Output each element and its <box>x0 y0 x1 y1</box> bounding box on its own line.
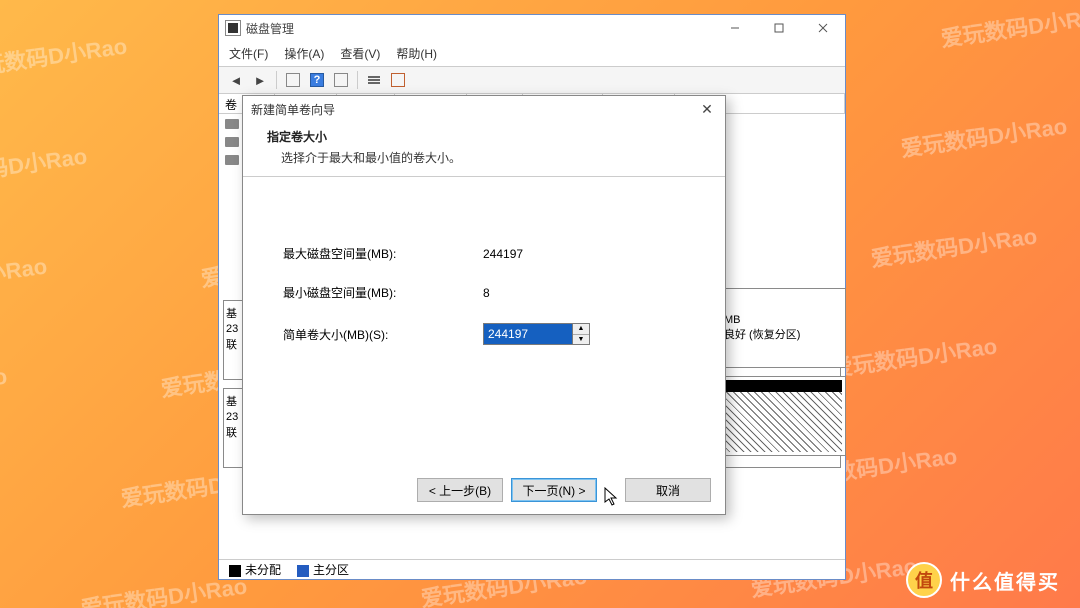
toolbar-btn-2[interactable] <box>330 69 352 91</box>
menu-file[interactable]: 文件(F) <box>229 45 268 62</box>
app-icon <box>225 20 241 36</box>
menu-help[interactable]: 帮助(H) <box>396 45 437 62</box>
help-icon[interactable]: ? <box>306 69 328 91</box>
toolbar: ◄ ► ? <box>219 66 845 94</box>
forward-button[interactable]: ► <box>249 69 271 91</box>
new-volume-wizard: 新建简单卷向导 ✕ 指定卷大小 选择介于最大和最小值的卷大小。 最大磁盘空间量(… <box>242 95 726 515</box>
unallocated-hatch-icon <box>722 380 842 452</box>
legend-item: 主分区 <box>297 561 349 578</box>
menu-view[interactable]: 查看(V) <box>340 45 380 62</box>
min-space-label: 最小磁盘空间量(MB): <box>283 284 483 301</box>
wm: 爱玩数码D小Rao <box>0 249 49 304</box>
back-button[interactable]: < 上一步(B) <box>417 478 503 502</box>
wizard-header: 指定卷大小 选择介于最大和最小值的卷大小。 <box>243 122 725 176</box>
separator <box>357 71 358 89</box>
cancel-button[interactable]: 取消 <box>625 478 711 502</box>
spinner-down-button[interactable]: ▼ <box>573 335 589 345</box>
minimize-button[interactable] <box>713 15 757 41</box>
close-button[interactable] <box>801 15 845 41</box>
back-button[interactable]: ◄ <box>225 69 247 91</box>
menu-bar: 文件(F) 操作(A) 查看(V) 帮助(H) <box>219 41 845 66</box>
wizard-close-button[interactable]: ✕ <box>697 99 717 119</box>
corner-badge: 值 什么值得买 <box>906 562 1060 598</box>
list-view-icon[interactable] <box>363 69 385 91</box>
wm: 爱玩数码D小Rao <box>829 329 999 384</box>
legend-item: 未分配 <box>229 561 281 578</box>
title-bar[interactable]: 磁盘管理 <box>219 15 845 41</box>
wm: 爱玩数码D小Rao <box>869 219 1039 274</box>
wizard-body: 最大磁盘空间量(MB): 244197 最小磁盘空间量(MB): 8 简单卷大小… <box>243 177 725 377</box>
volume-size-spinner: ▲ ▼ <box>483 323 590 345</box>
toolbar-btn-3[interactable] <box>387 69 409 91</box>
volume-size-label: 简单卷大小(MB)(S): <box>283 326 483 343</box>
wm: 爱玩数码D小Rao <box>939 0 1080 53</box>
max-space-value: 244197 <box>483 247 523 261</box>
wizard-step-title: 指定卷大小 <box>267 128 701 145</box>
maximize-button[interactable] <box>757 15 801 41</box>
window-title: 磁盘管理 <box>246 20 713 37</box>
next-button[interactable]: 下一页(N) > <box>511 478 597 502</box>
separator <box>276 71 277 89</box>
drive-icon <box>225 137 239 147</box>
min-space-value: 8 <box>483 286 490 300</box>
volume-size-input[interactable] <box>483 323 573 345</box>
legend-swatch-unallocated <box>229 565 241 577</box>
wm: 爱玩数码D小Rao <box>0 359 9 414</box>
badge-text: 什么值得买 <box>950 566 1060 595</box>
wizard-footer: < 上一步(B) 下一页(N) > 取消 <box>243 466 725 514</box>
wizard-step-subtitle: 选择介于最大和最小值的卷大小。 <box>267 149 701 166</box>
legend: 未分配 主分区 <box>219 559 845 579</box>
menu-action[interactable]: 操作(A) <box>284 45 324 62</box>
drive-icon <box>225 119 239 129</box>
badge-icon: 值 <box>906 562 942 598</box>
legend-swatch-primary <box>297 565 309 577</box>
wizard-title-bar[interactable]: 新建简单卷向导 ✕ <box>243 96 725 122</box>
wm: 爱玩数码D小Rao <box>0 29 129 84</box>
max-space-label: 最大磁盘空间量(MB): <box>283 245 483 262</box>
wm: 爱玩数码D小Rao <box>899 109 1069 164</box>
wizard-title: 新建简单卷向导 <box>251 101 697 118</box>
spinner-up-button[interactable]: ▲ <box>573 324 589 335</box>
toolbar-btn-1[interactable] <box>282 69 304 91</box>
partition-peek-recovery[interactable]: MB 良好 (恢复分区) <box>718 288 846 368</box>
drive-icon <box>225 155 239 165</box>
wm: 爱玩数码D小Rao <box>0 139 89 194</box>
